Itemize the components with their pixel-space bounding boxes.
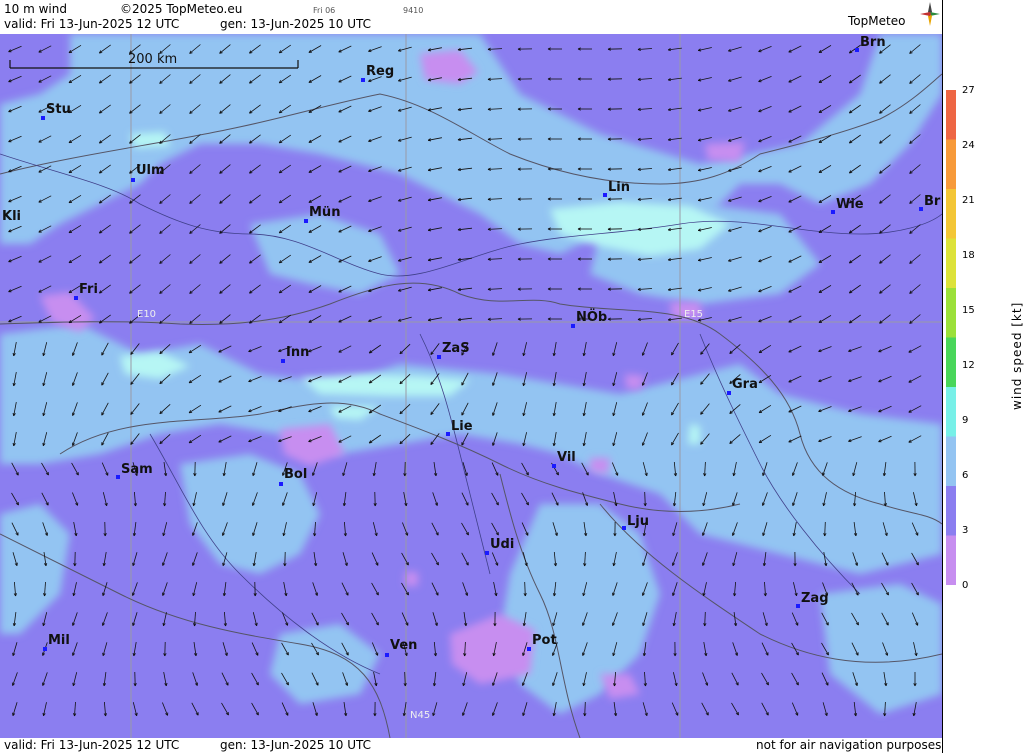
- tick-label: 0: [962, 580, 969, 591]
- wind-arrow-head: [826, 712, 828, 716]
- wind-arrow-head: [279, 292, 283, 294]
- wind-arrow-head: [398, 50, 402, 52]
- wind-arrow-head: [369, 352, 373, 354]
- wind-arrow-head: [728, 140, 732, 142]
- wind-arrow-head: [406, 652, 408, 656]
- grid-label-e10: E10: [137, 309, 157, 320]
- tick-label: 15: [962, 305, 975, 316]
- wind-arrow-head: [369, 442, 373, 444]
- wind-arrow-head: [849, 172, 853, 174]
- wind-arrow-head: [849, 262, 853, 264]
- compass-logo-icon: [920, 2, 940, 26]
- wind-arrow-head: [728, 290, 732, 292]
- wind-arrow-head: [279, 232, 283, 234]
- grid-label-e15: E15: [684, 309, 704, 320]
- wind-arrow-head: [369, 412, 373, 414]
- wind-arrow-head: [398, 140, 402, 142]
- wind-field-svg: [0, 34, 942, 738]
- wind-arrow-head: [886, 532, 888, 536]
- wind-arrow-head: [526, 562, 528, 566]
- product-title: 10 m wind: [4, 2, 67, 16]
- generated-time: gen: 13-Jun-2025 10 UTC: [220, 17, 372, 31]
- wind-arrow-head: [849, 322, 853, 324]
- wind-arrow-head: [766, 622, 768, 626]
- wind-speed-colorbar: [946, 90, 956, 585]
- wind-arrow-head: [398, 230, 402, 232]
- wind-arrow-head: [398, 170, 402, 172]
- tick-label: 6: [962, 470, 969, 481]
- copyright-text: ©2025 TopMeteo.eu: [120, 2, 243, 16]
- wind-arrow-head: [728, 50, 732, 52]
- wind-arrow-head: [728, 110, 732, 112]
- wind-arrow-head: [849, 142, 853, 144]
- wind-arrow-head: [849, 82, 853, 84]
- tick-label: 24: [962, 140, 975, 151]
- wind-arrow-head: [849, 232, 853, 234]
- wind-arrow-head: [728, 80, 732, 82]
- grid-label-n45: N45: [410, 710, 431, 721]
- wind-arrow-head: [728, 200, 732, 202]
- colorbar-label: wind speed [kt]: [1010, 301, 1024, 410]
- wind-arrow-head: [279, 82, 283, 84]
- wind-arrow-head: [728, 320, 732, 322]
- wind-arrow-head: [398, 110, 402, 112]
- tick-label: 21: [962, 195, 975, 206]
- wind-arrow-head: [398, 260, 402, 262]
- footer-valid-time: valid: Fri 13-Jun-2025 12 UTC: [4, 738, 180, 752]
- tick-label: 27: [962, 85, 975, 96]
- disclaimer-text: not for air navigation purposes: [756, 738, 942, 752]
- wind-arrow-head: [728, 260, 732, 262]
- wind-map[interactable]: 200 km E10 E15 N45 Brn Reg Stu Ulm Lin K…: [0, 34, 942, 738]
- wind-arrow-head: [226, 652, 228, 656]
- wind-arrow-head: [279, 262, 283, 264]
- tick-label: 3: [962, 525, 969, 536]
- slot-code: 9410: [403, 6, 424, 15]
- wind-arrow-head: [466, 472, 468, 476]
- wind-arrow-head: [646, 472, 648, 476]
- wind-arrow-head: [728, 170, 732, 172]
- footer-bar: valid: Fri 13-Jun-2025 12 UTC gen: 13-Ju…: [0, 738, 942, 753]
- wind-arrow-head: [398, 80, 402, 82]
- tick-label: 12: [962, 360, 975, 371]
- wind-arrow-head: [646, 712, 648, 716]
- topmeteo-logo: TopMeteo: [848, 14, 906, 28]
- wind-arrow-head: [398, 290, 402, 292]
- wind-arrow-head: [369, 382, 373, 384]
- wind-arrow-head: [279, 142, 283, 144]
- slot-day: Fri 06: [313, 6, 336, 15]
- valid-time: valid: Fri 13-Jun-2025 12 UTC: [4, 17, 180, 31]
- scale-label: 200 km: [128, 52, 178, 67]
- tick-label: 9: [962, 415, 969, 426]
- wind-arrow-head: [849, 52, 853, 54]
- tick-label: 18: [962, 250, 975, 261]
- wind-arrow-head: [279, 322, 283, 324]
- footer-generated-time: gen: 13-Jun-2025 10 UTC: [220, 738, 372, 752]
- wind-arrow-head: [279, 52, 283, 54]
- header-bar: 10 m wind ©2025 TopMeteo.eu Fri 06 9410 …: [0, 0, 942, 34]
- wind-arrow-head: [849, 112, 853, 114]
- wind-arrow-head: [279, 202, 283, 204]
- wind-arrow-head: [728, 230, 732, 232]
- wind-arrow-head: [398, 200, 402, 202]
- wind-arrow-head: [346, 562, 348, 566]
- wind-arrow-head: [849, 292, 853, 294]
- wind-arrow-head: [279, 172, 283, 174]
- wind-arrow-head: [398, 320, 402, 322]
- wind-arrow-head: [279, 112, 283, 114]
